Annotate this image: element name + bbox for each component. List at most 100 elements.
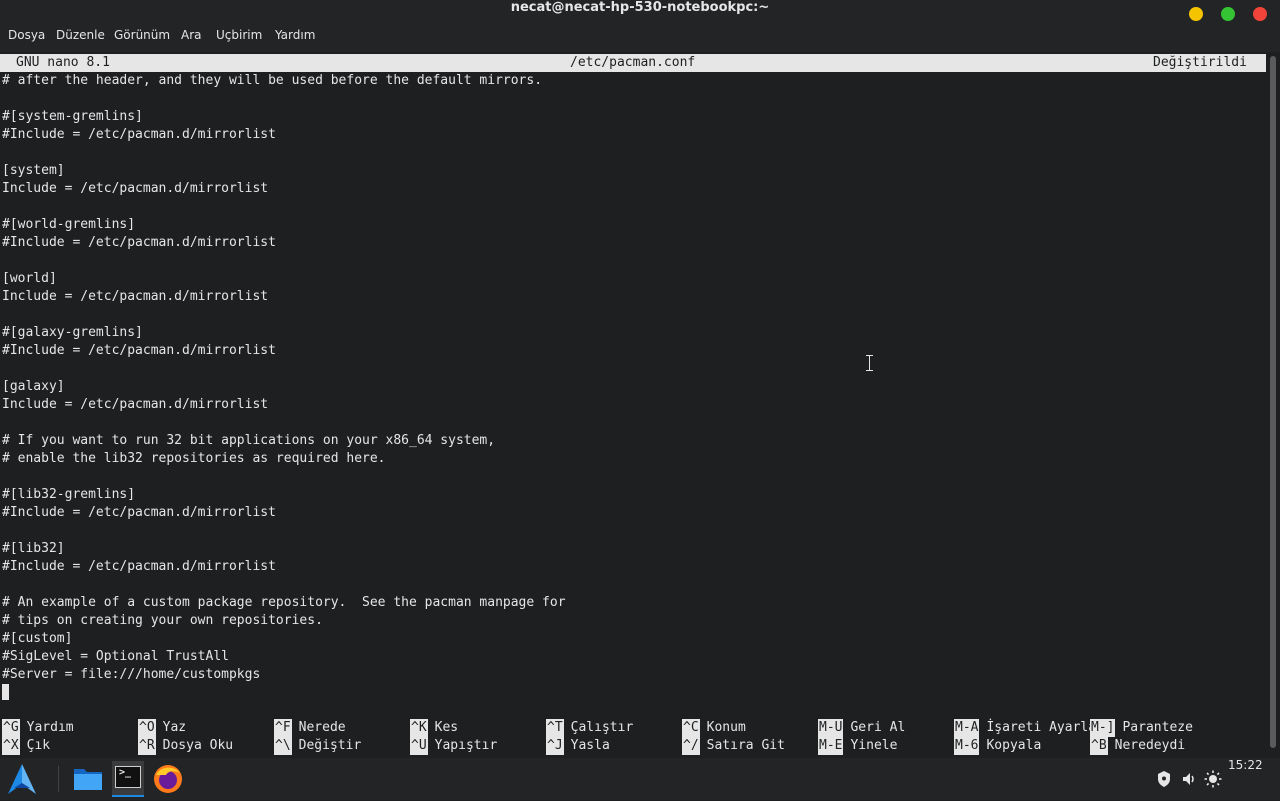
shortcut-item: ^X Çık	[2, 737, 50, 755]
shortcut-label: Değiştir	[298, 738, 362, 753]
clock[interactable]: 15:22	[1228, 758, 1263, 800]
menu-file[interactable]: Dosya	[8, 28, 45, 52]
editor-line: #[lib32-gremlins]	[2, 487, 136, 502]
shortcut-item: ^C Konum	[682, 719, 746, 737]
menu-edit[interactable]: Düzenle	[56, 28, 105, 52]
taskbar-separator	[58, 766, 59, 792]
shortcut-key: ^U	[410, 737, 428, 755]
shield-icon[interactable]	[1157, 771, 1171, 787]
shortcut-item: M-6 Kopyala	[954, 737, 1041, 755]
editor-line: [system]	[2, 163, 65, 178]
shortcut-label: Çalıştır	[570, 720, 634, 735]
editor-line: [galaxy]	[2, 379, 65, 394]
close-button[interactable]	[1253, 7, 1267, 21]
shortcut-label: Satıra Git	[706, 738, 785, 753]
editor-line: Include = /etc/pacman.d/mirrorlist	[2, 397, 269, 412]
menu-view[interactable]: Görünüm	[114, 28, 170, 52]
shortcut-label: Yardım	[26, 720, 74, 735]
nano-header: GNU nano 8.1 /etc/pacman.conf Değiştiril…	[0, 54, 1266, 72]
brightness-icon[interactable]	[1204, 770, 1222, 788]
editor-line: # An example of a custom package reposit…	[2, 595, 566, 610]
shortcut-label: Yinele	[850, 738, 898, 753]
shortcut-key: ^\	[274, 737, 292, 755]
shortcut-key: ^C	[682, 719, 700, 737]
shortcut-label: Yapıştır	[434, 738, 498, 753]
editor-content[interactable]: # after the header, and they will be use…	[2, 72, 566, 702]
shortcut-key: M-U	[818, 719, 844, 737]
shortcut-item: M-E Yinele	[818, 737, 897, 755]
volume-icon[interactable]	[1181, 771, 1197, 787]
text-cursor	[2, 684, 9, 700]
shortcut-item: M-U Geri Al	[818, 719, 905, 737]
editor-line: #Include = /etc/pacman.d/mirrorlist	[2, 127, 276, 142]
window-title: necat@necat-hp-530-notebookpc:~	[510, 0, 770, 15]
shortcut-key: ^J	[546, 737, 564, 755]
firefox-icon[interactable]	[152, 763, 184, 795]
shortcut-key: ^B	[1090, 737, 1108, 755]
shortcut-label: Dosya Oku	[162, 738, 234, 753]
app-menu-icon[interactable]	[4, 761, 40, 797]
shortcut-label: Yaz	[162, 720, 187, 735]
shortcut-key: ^/	[682, 737, 700, 755]
shortcut-item: ^G Yardım	[2, 719, 74, 737]
shortcut-item: ^J Yasla	[546, 737, 610, 755]
shortcut-key: M-6	[954, 737, 980, 755]
editor-line: #Include = /etc/pacman.d/mirrorlist	[2, 559, 276, 574]
shortcut-key: ^R	[138, 737, 156, 755]
editor-line: # after the header, and they will be use…	[2, 73, 543, 88]
shortcut-item: ^F Nerede	[274, 719, 346, 737]
shortcut-item: ^/ Satıra Git	[682, 737, 785, 755]
shortcut-label: Konum	[706, 720, 746, 735]
nano-filename: /etc/pacman.conf	[570, 55, 696, 70]
editor-line: # If you want to run 32 bit applications…	[2, 433, 496, 448]
window-titlebar: necat@necat-hp-530-notebookpc:~	[0, 0, 1280, 28]
editor-line: Include = /etc/pacman.d/mirrorlist	[2, 181, 269, 196]
shortcut-item: ^O Yaz	[138, 719, 186, 737]
mouse-ibeam-icon	[866, 355, 874, 371]
maximize-button[interactable]	[1221, 7, 1235, 21]
menu-terminal[interactable]: Uçbirim	[216, 28, 262, 52]
shortcut-label: Kes	[434, 720, 459, 735]
shortcut-key: ^T	[546, 719, 564, 737]
terminal-icon[interactable]: >_	[112, 761, 144, 797]
editor-line: [world]	[2, 271, 57, 286]
menubar: Dosya Düzenle Görünüm Ara Uçbirim Yardım	[0, 28, 1280, 52]
shortcut-label: İşareti Ayarla	[986, 720, 1097, 735]
shortcut-label: Geri Al	[850, 720, 906, 735]
shortcut-key: ^O	[138, 719, 156, 737]
shortcut-label: Yasla	[570, 738, 610, 753]
nano-version: GNU nano 8.1	[16, 55, 110, 70]
shortcut-key: M-E	[818, 737, 844, 755]
editor-line: #SigLevel = Optional TrustAll	[2, 649, 229, 664]
shortcut-label: Paranteze	[1122, 720, 1193, 735]
minimize-button[interactable]	[1189, 7, 1203, 21]
scrollbar[interactable]	[1266, 52, 1280, 758]
shortcut-item: M-] Paranteze	[1090, 719, 1193, 737]
editor-line: #[galaxy-gremlins]	[2, 325, 143, 340]
file-manager-icon[interactable]	[72, 764, 104, 794]
menu-search[interactable]: Ara	[181, 28, 202, 52]
shortcut-key: M-A	[954, 719, 980, 737]
shortcut-item: ^\ Değiştir	[274, 737, 361, 755]
editor-line: #[custom]	[2, 631, 73, 646]
shortcut-label: Çık	[26, 738, 51, 753]
scrollbar-thumb[interactable]	[1270, 56, 1276, 748]
menu-help[interactable]: Yardım	[275, 28, 315, 52]
editor-line: #Server = file:///home/custompkgs	[2, 667, 261, 682]
shortcut-item: ^B Neredeydi	[1090, 737, 1185, 755]
editor-line: # enable the lib32 repositories as requi…	[2, 451, 386, 466]
shortcut-label: Kopyala	[986, 738, 1042, 753]
shortcut-item: ^R Dosya Oku	[138, 737, 233, 755]
editor-line: #[world-gremlins]	[2, 217, 136, 232]
nano-status: Değiştirildi	[1153, 55, 1247, 70]
editor-line: Include = /etc/pacman.d/mirrorlist	[2, 289, 269, 304]
shortcut-label: Neredeydi	[1114, 738, 1186, 753]
